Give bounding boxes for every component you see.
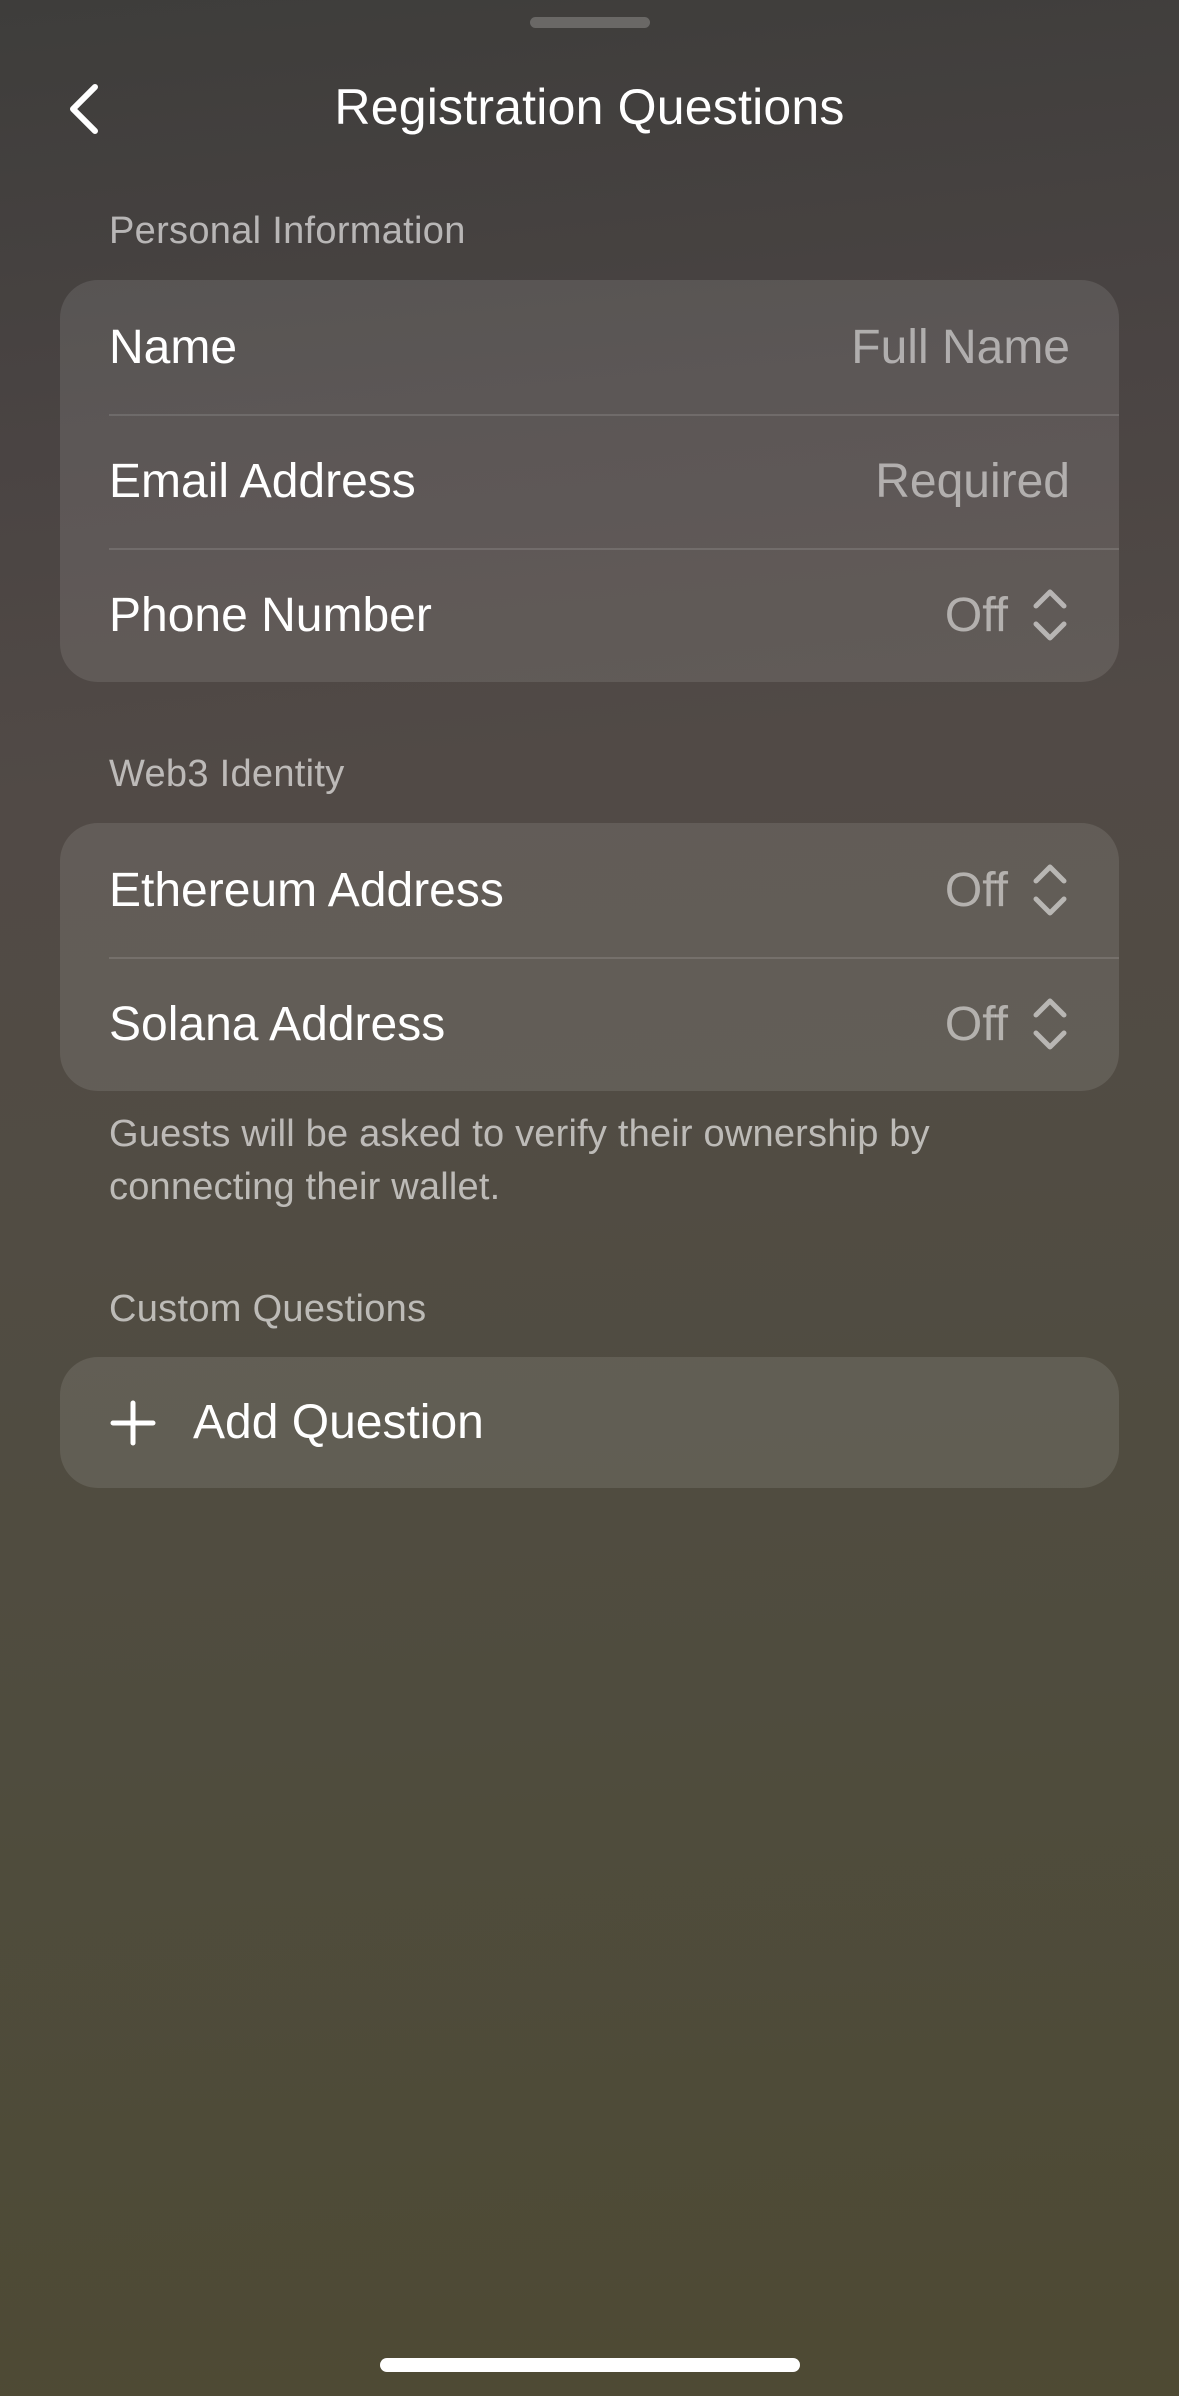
row-value: Off [944,997,1008,1051]
row-label: Email Address [109,454,416,508]
add-question-label: Add Question [193,1396,484,1449]
row-email-address[interactable]: Email Address Required [60,414,1119,548]
plus-icon [110,1400,156,1445]
section-label-custom: Custom Questions [109,1288,427,1330]
row-label: Solana Address [109,997,446,1051]
nav-header: Registration Questions [0,60,1179,156]
ethereum-address-selector[interactable]: Off [945,857,1070,923]
row-value: Off [944,588,1008,642]
solana-address-selector[interactable]: Off [945,991,1070,1057]
home-indicator[interactable] [380,2358,800,2372]
web3-identity-card: Ethereum Address Off Solana Address Off [60,823,1119,1091]
row-name[interactable]: Name Full Name [60,280,1119,414]
row-solana-address[interactable]: Solana Address Off [60,957,1119,1091]
custom-questions-card: Add Question [60,1357,1119,1488]
chevron-up-down-icon [1033,864,1067,916]
web3-note: Guests will be asked to verify their own… [109,1113,930,1208]
chevron-up-down-icon [1033,589,1067,641]
row-value: Off [944,863,1008,917]
row-phone-number[interactable]: Phone Number Off [60,548,1119,682]
row-value: Full Name [851,320,1070,374]
page-title: Registration Questions [334,79,845,135]
personal-info-card: Name Full Name Email Address Required Ph… [60,280,1119,682]
section-label-web3: Web3 Identity [109,753,345,795]
row-label: Phone Number [109,588,432,642]
row-value: Required [875,454,1070,508]
sheet-grabber[interactable] [530,17,650,28]
chevron-up-down-icon [1033,998,1067,1050]
row-label: Name [109,320,238,374]
section-label-personal: Personal Information [109,210,466,252]
row-ethereum-address[interactable]: Ethereum Address Off [60,823,1119,957]
add-question-button[interactable]: Add Question [60,1357,1119,1488]
row-label: Ethereum Address [109,863,504,917]
phone-number-selector[interactable]: Off [945,582,1070,648]
